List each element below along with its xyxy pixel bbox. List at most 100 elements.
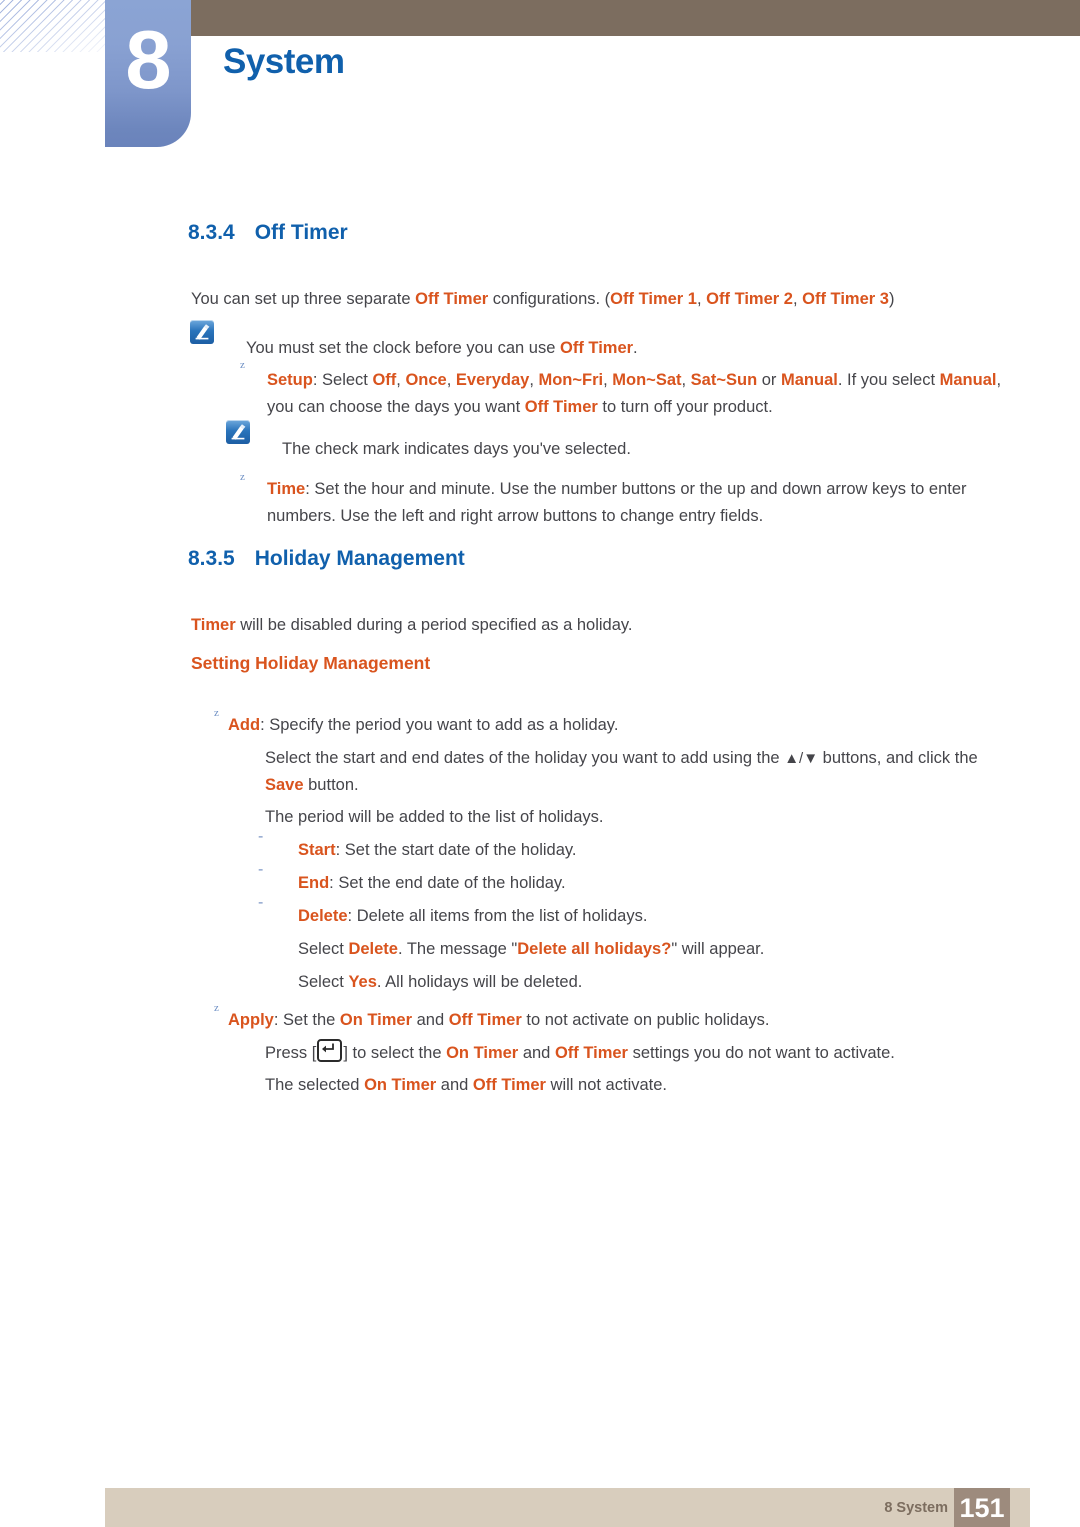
text-fragment: , xyxy=(681,370,691,389)
text-fragment: , xyxy=(792,289,803,308)
text-fragment: : Set the start date of the holiday. xyxy=(335,840,577,859)
term-add: Add xyxy=(228,715,261,734)
term-off-timer: Off Timer xyxy=(472,1075,546,1094)
text-fragment: : Select xyxy=(312,370,373,389)
term-mon-sat: Mon~Sat xyxy=(612,370,682,389)
bullet-marker: z xyxy=(214,1002,219,1014)
term-off-timer: Off Timer xyxy=(524,397,598,416)
text-fragment: " will appear. xyxy=(671,939,765,958)
term-off-timer: Off Timer xyxy=(415,289,489,308)
text-fragment: : Set the xyxy=(273,1010,340,1029)
text-fragment: . The message " xyxy=(397,939,518,958)
term-everyday: Everyday xyxy=(455,370,530,389)
enter-key-icon xyxy=(317,1038,343,1062)
term-off-timer-3: Off Timer 3 xyxy=(802,289,889,308)
delete-instruction-line-1: Select Delete. The message "Delete all h… xyxy=(298,936,1013,963)
term-apply: Apply xyxy=(228,1010,274,1029)
section-heading-off-timer: 8.3.4 Off Timer xyxy=(188,219,348,247)
term-off: Off xyxy=(372,370,397,389)
text-fragment: The selected xyxy=(265,1075,365,1094)
section-number: 8.3.4 xyxy=(188,221,235,244)
text-fragment: will be disabled during a period specifi… xyxy=(235,615,633,634)
chapter-title: System xyxy=(223,42,345,81)
term-save: Save xyxy=(265,775,304,794)
text-fragment: You must set the clock before you can us… xyxy=(246,338,560,357)
up-down-arrow-icon: ▲/▼ xyxy=(784,749,819,767)
text-fragment: button. xyxy=(303,775,359,794)
text-fragment: and xyxy=(412,1010,449,1029)
section-title: Off Timer xyxy=(254,221,348,244)
add-instruction-line-1: Select the start and end dates of the ho… xyxy=(265,745,1015,799)
text-fragment: ) xyxy=(888,289,895,308)
page-footer: 8 System 151 xyxy=(105,1488,1030,1527)
bullet-apply: Apply: Set the On Timer and Off Timer to… xyxy=(228,1007,1018,1034)
text-fragment: Select xyxy=(298,972,349,991)
term-off-timer: Off Timer xyxy=(448,1010,522,1029)
delete-instruction-line-2: Select Yes. All holidays will be deleted… xyxy=(298,969,1013,996)
text-fragment: Select xyxy=(298,939,349,958)
term-off-timer-1: Off Timer 1 xyxy=(610,289,697,308)
text-fragment: , xyxy=(696,289,707,308)
text-fragment: : Set the hour and minute. Use the numbe… xyxy=(305,479,967,498)
term-delete: Delete xyxy=(348,939,398,958)
term-yes: Yes xyxy=(348,972,377,991)
note-text-checkmark: The check mark indicates days you've sel… xyxy=(282,439,631,458)
text-fragment: and xyxy=(436,1075,473,1094)
text-fragment: settings you do not want to activate. xyxy=(627,1043,895,1062)
note-pen-icon xyxy=(190,320,214,344)
term-timer: Timer xyxy=(191,615,236,634)
term-end: End xyxy=(298,873,330,892)
text-fragment: will not activate. xyxy=(545,1075,668,1094)
chapter-number: 8 xyxy=(125,13,171,106)
page-header: 8 System xyxy=(0,0,1080,160)
text-fragment: to not activate on public holidays. xyxy=(521,1010,770,1029)
text-fragment: or xyxy=(757,370,781,389)
bullet-time: Time: Set the hour and minute. Use the n… xyxy=(267,476,1012,530)
term-mon-fri: Mon~Fri xyxy=(538,370,604,389)
term-on-timer: On Timer xyxy=(364,1075,437,1094)
term-start: Start xyxy=(298,840,336,859)
text-fragment: to turn off your product. xyxy=(597,397,773,416)
term-delete-all-holidays: Delete all holidays? xyxy=(517,939,672,958)
text-fragment: Press [ xyxy=(265,1043,317,1062)
note-text-clock: You must set the clock before you can us… xyxy=(246,335,1016,362)
chapter-tab: 8 xyxy=(105,0,191,147)
section-heading-holiday-management: 8.3.5 Holiday Management xyxy=(188,545,465,573)
bullet-marker-dash: - xyxy=(258,894,264,911)
text-fragment: and xyxy=(518,1043,555,1062)
text-fragment: . If you select xyxy=(837,370,940,389)
decorative-hatch-pattern xyxy=(0,0,106,52)
text-fragment: . All holidays will be deleted. xyxy=(376,972,583,991)
page-number-box: 151 xyxy=(954,1488,1010,1527)
bullet-setup: Setup: Select Off, Once, Everyday, Mon~F… xyxy=(267,367,1012,421)
header-brown-bar xyxy=(190,0,1080,36)
term-sat-sun: Sat~Sun xyxy=(690,370,758,389)
text-fragment: Select the start and end dates of the ho… xyxy=(265,748,785,767)
text-fragment: : Delete all items from the list of holi… xyxy=(347,906,648,925)
term-off-timer: Off Timer xyxy=(554,1043,628,1062)
bullet-delete: Delete: Delete all items from the list o… xyxy=(298,903,1013,930)
apply-instruction-press: Press [] to select the On Timer and Off … xyxy=(265,1038,1015,1067)
text-fragment: : Set the end date of the holiday. xyxy=(329,873,566,892)
text-fragment: configurations. ( xyxy=(488,289,611,308)
text-fragment: , xyxy=(603,370,613,389)
holiday-intro-paragraph: Timer will be disabled during a period s… xyxy=(191,612,1011,639)
bullet-marker: z xyxy=(240,471,245,483)
term-on-timer: On Timer xyxy=(339,1010,413,1029)
term-manual: Manual xyxy=(781,370,838,389)
apply-instruction-selected: The selected On Timer and Off Timer will… xyxy=(265,1072,1015,1099)
term-on-timer: On Timer xyxy=(446,1043,519,1062)
bullet-marker-dash: - xyxy=(258,828,264,845)
bullet-marker: z xyxy=(214,707,219,719)
bullet-start: Start: Set the start date of the holiday… xyxy=(298,837,1013,864)
term-manual: Manual xyxy=(939,370,997,389)
bullet-add: Add: Specify the period you want to add … xyxy=(228,712,1018,739)
off-timer-intro-paragraph: You can set up three separate Off Timer … xyxy=(191,286,1011,313)
text-fragment: . xyxy=(633,338,638,357)
text-fragment: numbers. Use the left and right arrow bu… xyxy=(267,506,764,525)
term-off-timer-2: Off Timer 2 xyxy=(706,289,793,308)
bullet-end: End: Set the end date of the holiday. xyxy=(298,870,1013,897)
term-setup: Setup xyxy=(267,370,313,389)
sub-heading-setting-holiday-management: Setting Holiday Management xyxy=(191,653,431,673)
text-fragment: buttons, and click xyxy=(818,748,951,767)
